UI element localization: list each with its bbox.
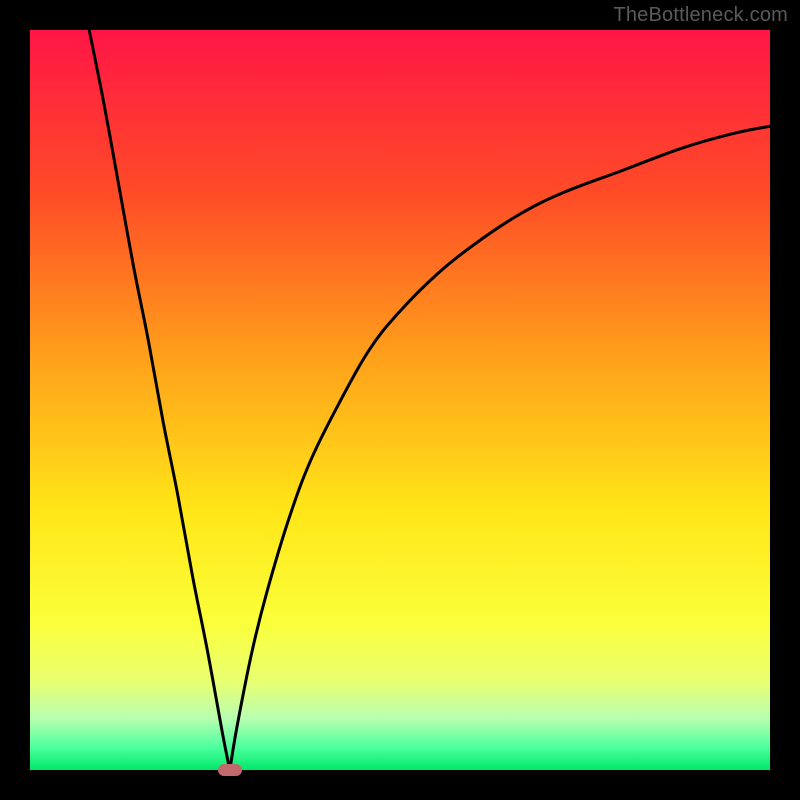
chart-frame: TheBottleneck.com	[0, 0, 800, 800]
bottleneck-curve	[30, 30, 770, 770]
optimal-point-marker	[218, 764, 242, 776]
plot-area	[30, 30, 770, 770]
watermark-text: TheBottleneck.com	[613, 4, 788, 27]
